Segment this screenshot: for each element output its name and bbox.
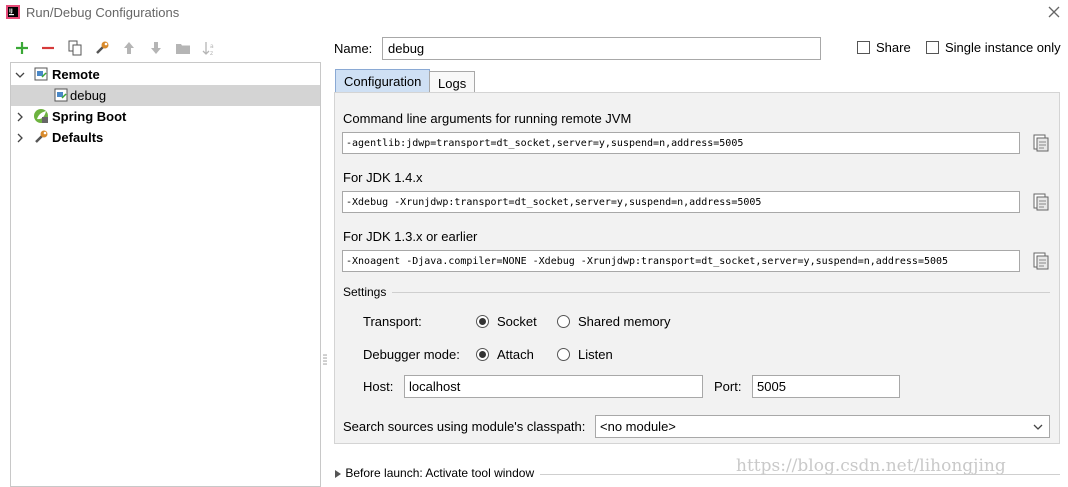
- settings-label: Settings: [343, 285, 387, 299]
- module-classpath-value: <no module>: [600, 419, 676, 434]
- remote-config-icon: [34, 67, 48, 81]
- cmd-args-label: Command line arguments for running remot…: [343, 111, 632, 126]
- transport-shared-memory-radio[interactable]: [557, 315, 570, 328]
- config-tree: Remote debug Spring Boot Defaults: [10, 62, 321, 487]
- share-checkbox[interactable]: [857, 41, 870, 54]
- wrench-icon: [96, 41, 109, 54]
- tree-label-remote: Remote: [52, 67, 100, 82]
- jdk13-field[interactable]: -Xnoagent -Djava.compiler=NONE -Xdebug -…: [342, 250, 1020, 272]
- module-classpath-select[interactable]: <no module>: [595, 415, 1050, 438]
- host-input[interactable]: localhost: [404, 375, 703, 398]
- port-label: Port:: [714, 379, 742, 394]
- classpath-label: Search sources using module's classpath:: [343, 419, 586, 434]
- before-launch-label: Before launch: Activate tool window: [345, 466, 535, 480]
- folder-icon: [176, 44, 190, 54]
- debugger-listen-label: Listen: [578, 347, 613, 362]
- debugger-listen-radio[interactable]: [557, 348, 570, 361]
- tab-logs[interactable]: Logs: [429, 71, 476, 93]
- remove-button[interactable]: [38, 38, 58, 58]
- chevron-right-icon[interactable]: [15, 133, 25, 143]
- svg-text:IJ: IJ: [9, 9, 13, 15]
- name-input[interactable]: debug: [382, 37, 821, 60]
- title-bar: IJ Run/Debug Configurations: [0, 0, 1068, 26]
- tree-node-defaults[interactable]: Defaults: [11, 127, 320, 148]
- add-button[interactable]: [12, 38, 32, 58]
- spring-boot-icon: [34, 109, 48, 123]
- tree-label-spring-boot: Spring Boot: [52, 109, 127, 124]
- move-up-button[interactable]: [119, 38, 139, 58]
- close-icon[interactable]: [1046, 4, 1062, 20]
- copy-to-clipboard-icon[interactable]: [1031, 251, 1051, 271]
- intellij-app-icon: IJ: [6, 5, 20, 19]
- debugger-attach-radio[interactable]: [476, 348, 489, 361]
- name-label: Name:: [334, 41, 373, 56]
- copy-to-clipboard-icon[interactable]: [1031, 133, 1051, 153]
- debugger-mode-label: Debugger mode:: [363, 347, 460, 362]
- move-up-icon: [124, 42, 134, 54]
- move-down-icon: [151, 42, 161, 54]
- sort-icon: az: [202, 42, 214, 56]
- tab-configuration[interactable]: Configuration: [335, 69, 431, 93]
- watermark: https://blog.csdn.net/lihongjing: [736, 456, 1006, 476]
- tree-node-remote[interactable]: Remote: [11, 64, 320, 85]
- sort-button[interactable]: az: [200, 38, 220, 58]
- copy-icon: [68, 40, 82, 56]
- chevron-right-icon[interactable]: [15, 112, 25, 122]
- move-down-button[interactable]: [146, 38, 166, 58]
- splitter-handle[interactable]: [323, 354, 327, 366]
- folder-button[interactable]: [173, 38, 193, 58]
- defaults-wrench-icon: [35, 130, 48, 143]
- before-launch-toggle[interactable]: Before launch: Activate tool window: [334, 466, 534, 480]
- remote-config-icon: [54, 88, 68, 102]
- transport-label: Transport:: [363, 314, 422, 329]
- settings-divider: [392, 292, 1050, 293]
- chevron-down-icon[interactable]: [15, 70, 25, 80]
- svg-text:a: a: [210, 43, 214, 50]
- port-input[interactable]: 5005: [752, 375, 900, 398]
- edit-defaults-button[interactable]: [92, 38, 112, 58]
- tree-node-spring-boot[interactable]: Spring Boot: [11, 106, 320, 127]
- chevron-down-icon: [1033, 424, 1043, 430]
- host-label: Host:: [363, 379, 394, 394]
- add-icon: [16, 42, 28, 54]
- tree-node-debug[interactable]: debug: [11, 85, 320, 106]
- transport-socket-radio[interactable]: [476, 315, 489, 328]
- single-instance-label: Single instance only: [945, 40, 1061, 55]
- window-title: Run/Debug Configurations: [26, 5, 180, 20]
- transport-shared-memory-label: Shared memory: [578, 314, 671, 329]
- copy-to-clipboard-icon[interactable]: [1031, 192, 1051, 212]
- jdk13-label: For JDK 1.3.x or earlier: [343, 229, 478, 244]
- single-instance-checkbox[interactable]: [926, 41, 939, 54]
- svg-text:z: z: [210, 50, 213, 56]
- cmd-args-field[interactable]: -agentlib:jdwp=transport=dt_socket,serve…: [342, 132, 1020, 154]
- share-label: Share: [876, 40, 911, 55]
- transport-socket-label: Socket: [497, 314, 537, 329]
- tree-label-defaults: Defaults: [52, 130, 104, 145]
- copy-config-button[interactable]: [65, 38, 85, 58]
- remove-icon: [42, 46, 54, 50]
- jdk14-label: For JDK 1.4.x: [343, 170, 423, 185]
- debugger-attach-label: Attach: [497, 347, 534, 362]
- jdk14-field[interactable]: -Xdebug -Xrunjdwp:transport=dt_socket,se…: [342, 191, 1020, 213]
- tree-label-debug: debug: [70, 88, 107, 103]
- triangle-right-icon: [335, 469, 341, 478]
